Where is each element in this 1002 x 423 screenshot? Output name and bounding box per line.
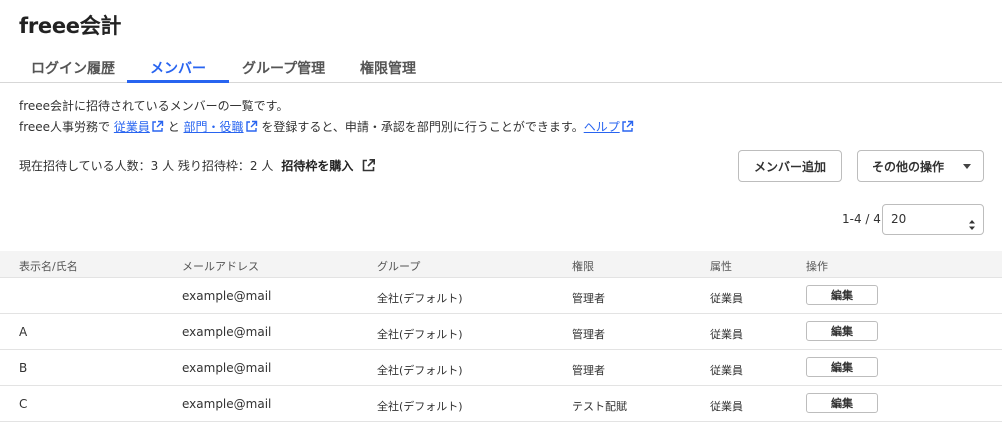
member-email: example@mail <box>182 289 272 303</box>
tab-group-management[interactable]: グループ管理 <box>242 58 325 78</box>
edit-member-button[interactable]: 編集 <box>806 285 878 305</box>
invite-summary-row: 現在招待している人数：3 人 残り招待枠：2 人招待枠を購入 <box>19 157 376 176</box>
select-updown-icon <box>968 213 976 242</box>
table-row: example@mail 全社(デフォルト) 管理者 従業員 編集 <box>0 278 1002 314</box>
member-name: A <box>19 325 28 339</box>
invite-count-text: 現在招待している人数：3 人 残り招待枠：2 人 <box>19 159 274 173</box>
column-header-name: 表示名/氏名 <box>19 260 78 273</box>
column-header-group: グループ <box>377 260 421 273</box>
external-link-icon[interactable] <box>151 120 164 133</box>
other-actions-button[interactable]: その他の操作 <box>857 150 984 182</box>
member-attribute: 従業員 <box>710 328 743 341</box>
edit-member-button[interactable]: 編集 <box>806 393 878 413</box>
column-header-email: メールアドレス <box>182 260 259 273</box>
description-line-1: freee会計に招待されているメンバーの一覧です。 <box>19 99 289 113</box>
page-size-select[interactable]: 20 <box>882 204 984 235</box>
tab-members[interactable]: メンバー <box>150 58 206 78</box>
member-email: example@mail <box>182 325 272 339</box>
external-link-icon[interactable] <box>621 120 634 133</box>
member-attribute: 従業員 <box>710 400 743 413</box>
edit-member-button[interactable]: 編集 <box>806 357 878 377</box>
column-header-role: 権限 <box>572 260 594 273</box>
external-link-icon[interactable] <box>361 158 376 176</box>
member-group: 全社(デフォルト) <box>377 292 463 305</box>
tab-permission-management[interactable]: 権限管理 <box>360 58 416 78</box>
external-link-icon[interactable] <box>245 120 258 133</box>
member-group: 全社(デフォルト) <box>377 364 463 377</box>
member-group: 全社(デフォルト) <box>377 328 463 341</box>
member-role: 管理者 <box>572 328 605 341</box>
member-email: example@mail <box>182 361 272 375</box>
add-member-button[interactable]: メンバー追加 <box>738 150 842 182</box>
member-email: example@mail <box>182 397 272 411</box>
member-role: 管理者 <box>572 292 605 305</box>
pagination-count: 1-4 / 4 <box>842 212 881 226</box>
tab-bar: ログイン履歴 メンバー グループ管理 権限管理 <box>0 52 1002 83</box>
member-group: 全社(デフォルト) <box>377 400 463 413</box>
column-header-attribute: 属性 <box>710 260 732 273</box>
employee-link[interactable]: 従業員 <box>114 120 150 134</box>
description-line-2: freee人事労務で 従業員 と 部門・役職 を登録すると、申請・承認を部門別に… <box>19 118 634 135</box>
member-attribute: 従業員 <box>710 364 743 377</box>
other-actions-label: その他の操作 <box>872 159 945 174</box>
department-position-link[interactable]: 部門・役職 <box>184 120 244 134</box>
description-prefix: freee人事労務で <box>19 120 114 134</box>
table-header: 表示名/氏名 メールアドレス グループ 権限 属性 操作 <box>0 251 1002 278</box>
active-tab-indicator <box>127 80 229 83</box>
page-size-value: 20 <box>891 212 907 226</box>
purchase-invite-slots-link[interactable]: 招待枠を購入 <box>281 159 353 173</box>
app-title: freee会計 <box>19 14 122 38</box>
table-row: C example@mail 全社(デフォルト) テスト配賦 従業員 編集 <box>0 386 1002 422</box>
member-name: C <box>19 397 28 411</box>
description-middle: を登録すると、申請・承認を部門別に行うことができます。 <box>261 120 584 134</box>
member-role: 管理者 <box>572 364 605 377</box>
tab-login-history[interactable]: ログイン履歴 <box>31 58 115 78</box>
table-row: B example@mail 全社(デフォルト) 管理者 従業員 編集 <box>0 350 1002 386</box>
help-link[interactable]: ヘルプ <box>584 120 620 134</box>
table-row: A example@mail 全社(デフォルト) 管理者 従業員 編集 <box>0 314 1002 350</box>
member-attribute: 従業員 <box>710 292 743 305</box>
member-role: テスト配賦 <box>572 400 627 413</box>
caret-down-icon <box>963 164 971 169</box>
column-header-actions: 操作 <box>806 260 828 273</box>
member-name: B <box>19 361 28 375</box>
edit-member-button[interactable]: 編集 <box>806 321 878 341</box>
description-and: と <box>167 120 184 134</box>
